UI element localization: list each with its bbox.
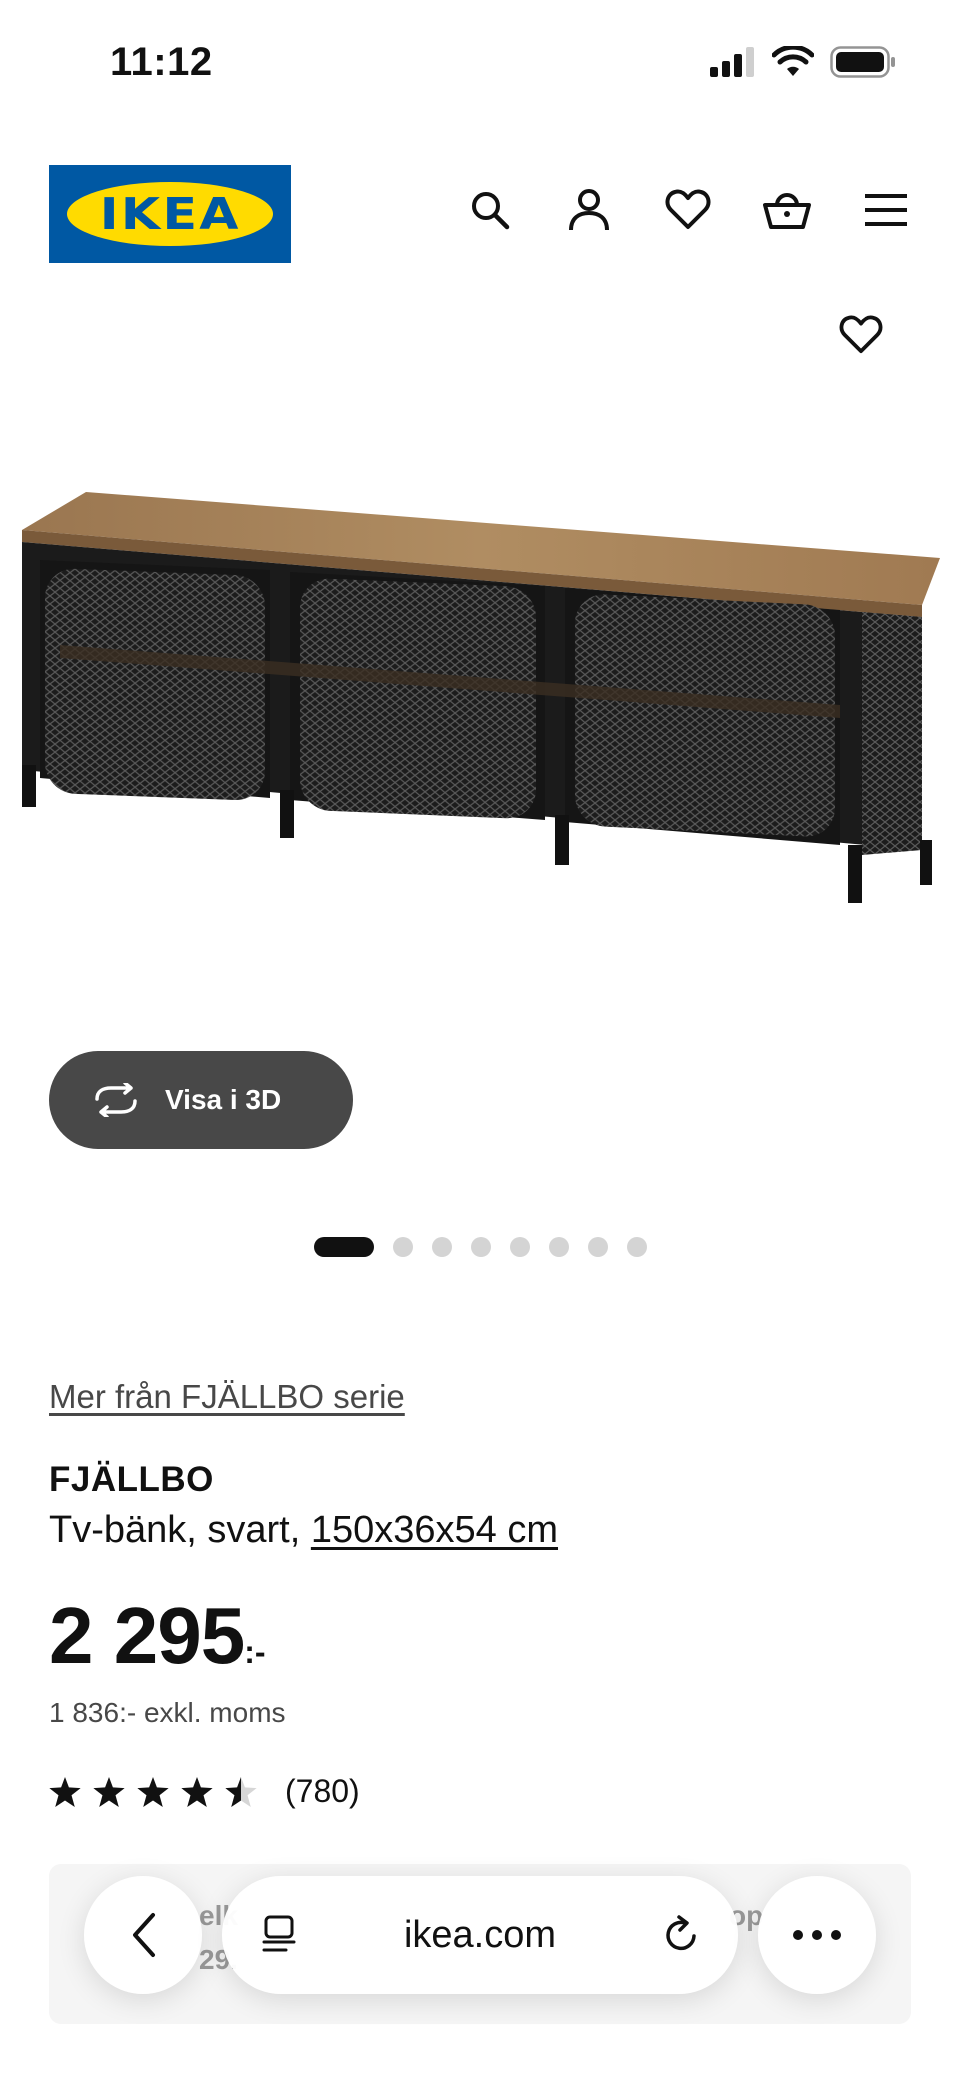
review-count: (780) [285, 1773, 360, 1809]
tabs-icon [262, 1915, 296, 1952]
product-type-text: Tv-bänk, svart, [49, 1509, 301, 1551]
logo-oval: IKEA [67, 182, 273, 246]
search-icon[interactable] [464, 184, 516, 236]
carousel-dot[interactable] [431, 1237, 452, 1257]
carousel-dot[interactable] [548, 1237, 569, 1257]
product-name: FJÄLLBO [49, 1460, 214, 1499]
wifi-icon [772, 46, 814, 76]
price-suffix: :- [244, 1634, 266, 1670]
logo-text: IKEA [99, 188, 241, 240]
menu-icon[interactable] [860, 184, 912, 236]
battery-icon [830, 46, 895, 78]
carousel-dot[interactable] [392, 1237, 413, 1257]
star-icon [93, 1776, 125, 1807]
star-icon [137, 1776, 169, 1807]
status-bar: 11:12 [0, 0, 960, 130]
status-time: 11:12 [110, 40, 213, 84]
carousel-dot[interactable] [626, 1237, 647, 1257]
product-rating[interactable]: (780) [49, 1773, 360, 1810]
series-link[interactable]: Mer från FJÄLLBO serie [49, 1378, 405, 1416]
product-size-link[interactable]: 150x36x54 cm [311, 1509, 558, 1551]
half-star-icon [225, 1776, 257, 1807]
carousel-dot[interactable] [313, 1237, 374, 1257]
back-button[interactable] [84, 1876, 202, 1994]
carousel-dot[interactable] [587, 1237, 608, 1257]
rotate-3d-icon [95, 1083, 137, 1117]
site-header: IKEA [0, 160, 960, 270]
signal-icon [710, 47, 754, 77]
more-dots-icon [793, 1930, 841, 1940]
reload-icon[interactable] [660, 1914, 702, 1956]
carousel-dot[interactable] [509, 1237, 530, 1257]
browser-toolbar: ikea.com [0, 1868, 960, 1998]
ikea-logo[interactable]: IKEA [49, 165, 291, 263]
url-text: ikea.com [403, 1913, 557, 1956]
star-icon [181, 1776, 213, 1807]
price-excluding-vat: 1 836:- exkl. moms [49, 1697, 286, 1728]
product-price: 2 295 :- [49, 1590, 266, 1682]
carousel-dot[interactable] [470, 1237, 491, 1257]
chevron-left-icon [133, 1913, 155, 1957]
address-bar[interactable]: ikea.com [222, 1876, 738, 1994]
product-description: Tv-bänk, svart, 150x36x54 cm [49, 1509, 558, 1552]
add-to-favorites-heart-icon[interactable] [836, 310, 886, 360]
star-icon [49, 1776, 81, 1807]
price-amount: 2 295 [49, 1591, 245, 1680]
status-icons [710, 46, 896, 78]
basket-icon[interactable] [761, 184, 813, 236]
view-in-3d-label: Visa i 3D [165, 1084, 282, 1115]
header-nav [464, 184, 912, 236]
image-carousel-dots [0, 1237, 960, 1257]
profile-icon[interactable] [563, 184, 615, 236]
product-image[interactable] [0, 470, 960, 960]
rating-stars [49, 1776, 257, 1807]
more-button[interactable] [758, 1876, 876, 1994]
view-in-3d-button[interactable]: Visa i 3D [49, 1051, 353, 1149]
heart-icon[interactable] [662, 184, 714, 236]
